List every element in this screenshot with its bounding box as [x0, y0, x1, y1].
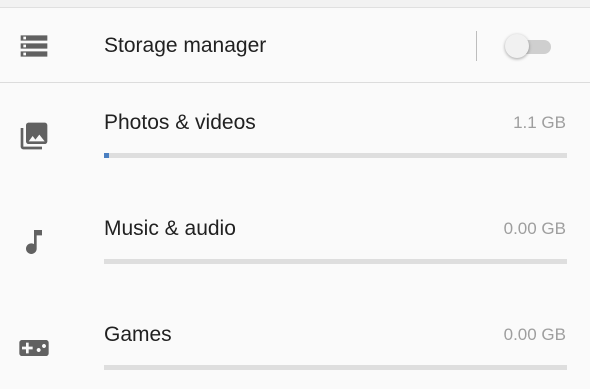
music-note-icon [18, 226, 50, 258]
category-size: 0.00 GB [503, 219, 566, 238]
storage-manager-toggle[interactable] [505, 32, 553, 60]
top-divider [0, 0, 590, 8]
usage-bar-fill [104, 153, 109, 158]
storage-manager-label: Storage manager [104, 34, 267, 57]
usage-bar [104, 259, 567, 264]
toggle-thumb [505, 34, 529, 58]
category-size: 0.00 GB [503, 325, 566, 344]
storage-settings-screen: Storage manager Photos & videos 1.1 GB M… [0, 0, 590, 389]
gamepad-icon [18, 332, 50, 364]
photo-library-icon [18, 120, 50, 152]
usage-bar [104, 365, 567, 370]
category-label: Games [104, 323, 172, 346]
category-row-games[interactable]: Games 0.00 GB [0, 296, 590, 389]
storage-manager-row[interactable]: Storage manager [0, 9, 590, 83]
category-label: Music & audio [104, 217, 236, 240]
usage-bar [104, 153, 567, 158]
vertical-divider [476, 31, 477, 61]
storage-icon [18, 30, 50, 62]
category-row-music-audio[interactable]: Music & audio 0.00 GB [0, 190, 590, 296]
category-row-photos-videos[interactable]: Photos & videos 1.1 GB [0, 84, 590, 190]
category-size: 1.1 GB [513, 113, 566, 132]
category-label: Photos & videos [104, 111, 256, 134]
